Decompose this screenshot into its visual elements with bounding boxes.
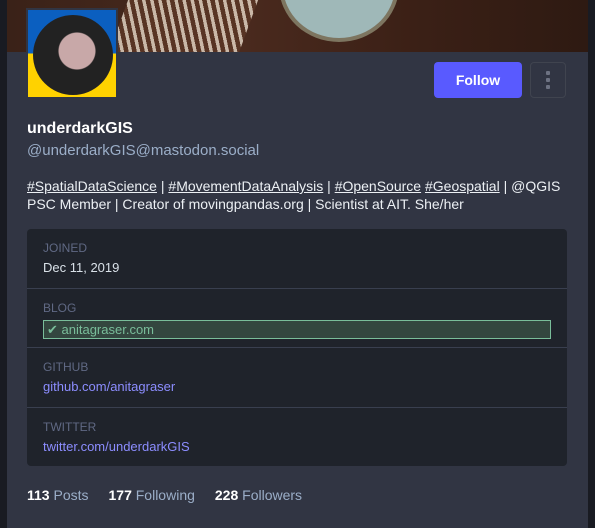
hashtag-link[interactable]: #OpenSource bbox=[335, 178, 421, 194]
verified-link[interactable]: ✔ anitagraser.com bbox=[43, 319, 551, 339]
bio: #SpatialDataScience | #MovementDataAnaly… bbox=[27, 178, 561, 212]
more-options-button[interactable] bbox=[530, 62, 566, 98]
account-handle: @underdarkGIS@mastodon.social bbox=[27, 142, 260, 159]
avatar[interactable] bbox=[26, 8, 118, 99]
check-icon: ✔ bbox=[47, 321, 62, 337]
display-name: underdarkGIS bbox=[27, 120, 133, 137]
profile-fields: Joined Dec 11, 2019 Blog ✔ anitagraser.com… bbox=[27, 229, 567, 466]
field-joined: Joined Dec 11, 2019 bbox=[27, 229, 567, 289]
profile-card: Follow underdarkGIS @underdarkGIS@mastod… bbox=[7, 0, 588, 528]
hashtag-link[interactable]: #MovementDataAnalysis bbox=[168, 178, 323, 194]
hashtag-link[interactable]: #SpatialDataScience bbox=[27, 178, 157, 194]
follow-button[interactable]: Follow bbox=[434, 62, 522, 98]
field-twitter: Twitter twitter.com/underdarkGIS bbox=[43, 419, 190, 454]
field-github: GitHub github.com/anitagraser bbox=[27, 348, 567, 408]
stats: 113 Posts 177 Following 228 Followers bbox=[27, 487, 302, 503]
github-link[interactable]: github.com/anitagraser bbox=[43, 379, 175, 394]
field-blog: Blog ✔ anitagraser.com bbox=[27, 289, 567, 348]
following-count[interactable]: 177 Following bbox=[109, 487, 195, 503]
hashtag-link[interactable]: #Geospatial bbox=[425, 178, 500, 194]
twitter-link[interactable]: twitter.com/underdarkGIS bbox=[43, 439, 190, 454]
followers-count[interactable]: 228 Followers bbox=[215, 487, 302, 503]
posts-count[interactable]: 113 Posts bbox=[27, 487, 89, 503]
kebab-icon bbox=[546, 71, 550, 75]
